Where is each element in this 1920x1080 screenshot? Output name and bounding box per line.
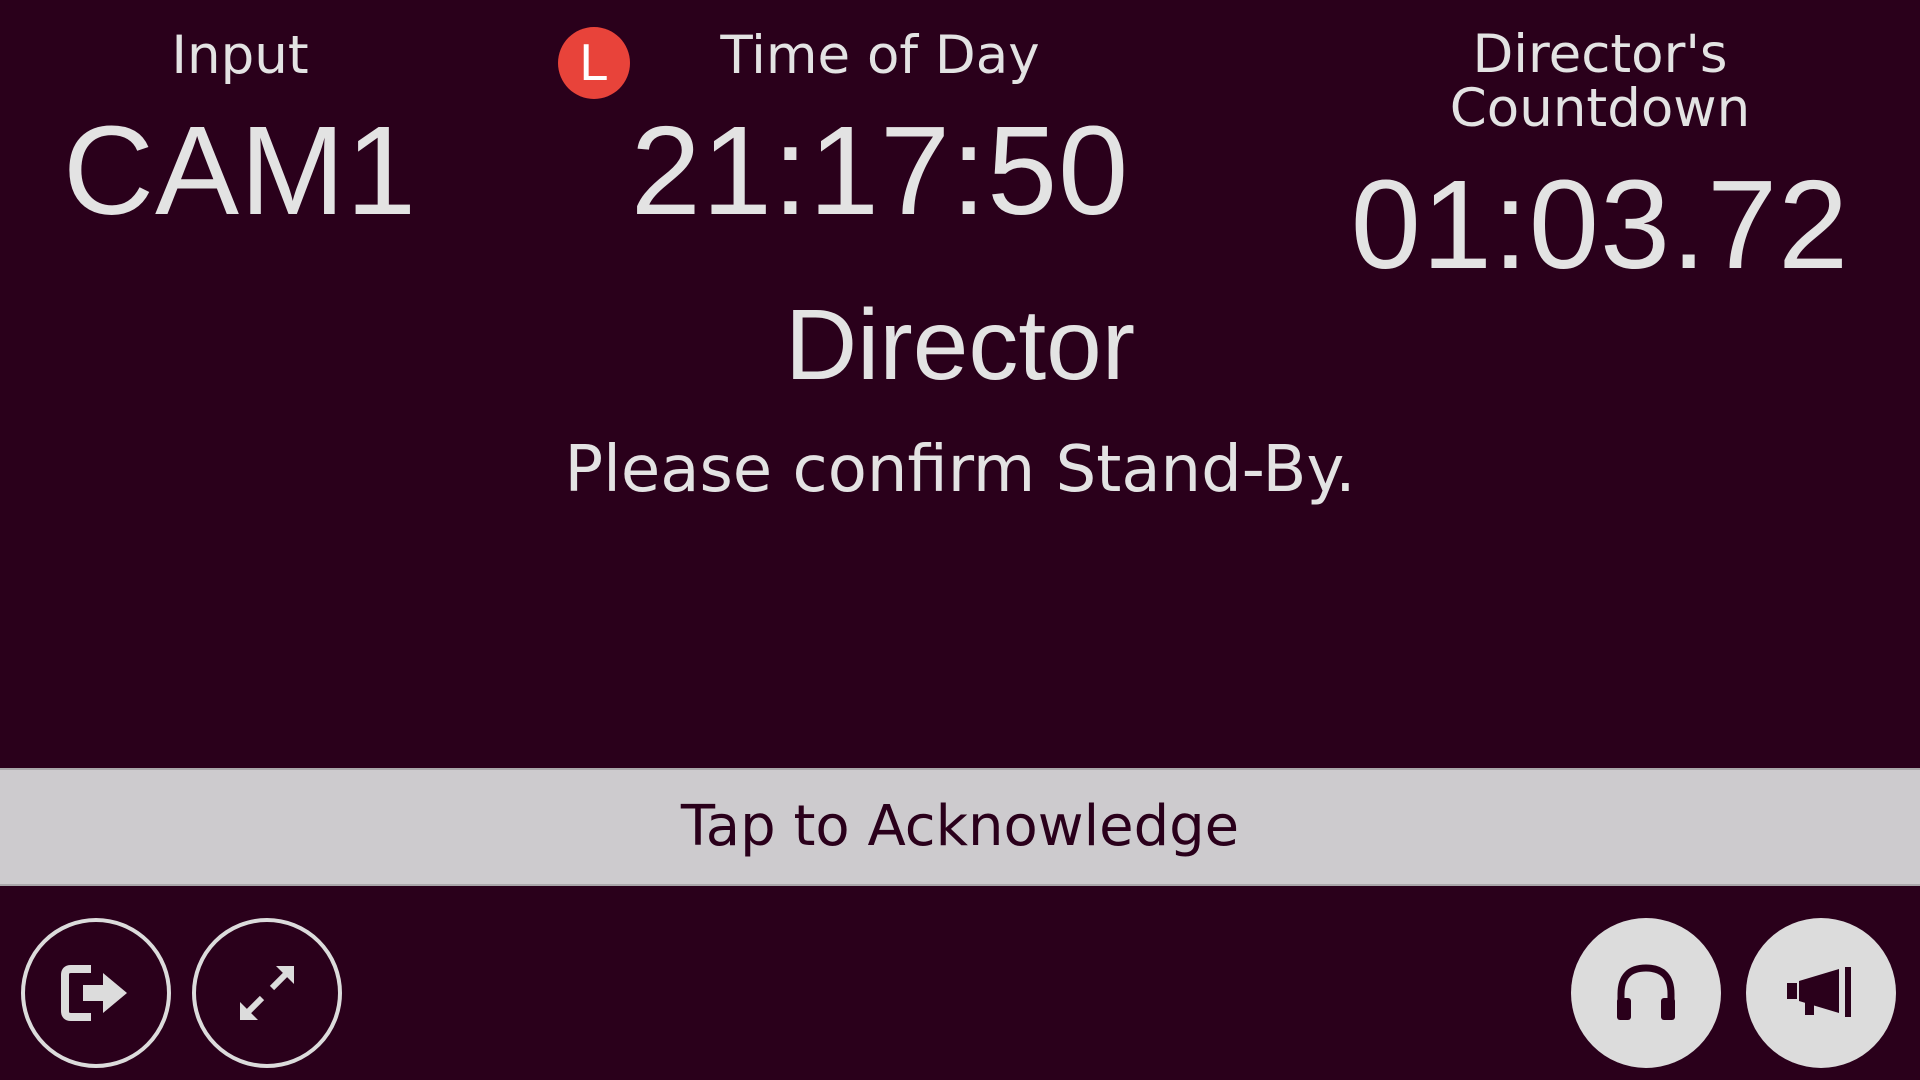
- message-sender: Director: [784, 289, 1136, 401]
- message-text: Please confirm Stand-By.: [564, 433, 1356, 507]
- countdown-label-line2: Countdown: [1449, 78, 1751, 139]
- input-label: Input: [171, 25, 309, 86]
- megaphone-icon: [1787, 967, 1851, 1017]
- input-value: CAM1: [62, 100, 418, 241]
- intercom-display: Input CAM1 L Time of Day 21:17:50 Direct…: [0, 0, 1920, 1080]
- announce-button[interactable]: [1746, 918, 1896, 1068]
- countdown-label-line1: Director's: [1472, 24, 1728, 85]
- countdown-value: 01:03.72: [1350, 154, 1850, 295]
- headset-button[interactable]: [1571, 918, 1721, 1068]
- fullscreen-button[interactable]: [192, 918, 342, 1068]
- headphones-icon: [1617, 964, 1675, 1020]
- time-of-day-label: Time of Day: [720, 25, 1040, 86]
- countdown-label: Director's Countdown: [1380, 28, 1820, 136]
- acknowledge-button[interactable]: Tap to Acknowledge: [0, 768, 1920, 886]
- logout-button[interactable]: [21, 918, 171, 1068]
- exit-icon: [61, 965, 127, 1021]
- time-of-day-value: 21:17:50: [630, 100, 1130, 241]
- expand-icon: [240, 966, 294, 1020]
- acknowledge-label: Tap to Acknowledge: [680, 794, 1240, 859]
- live-badge: L: [558, 27, 630, 99]
